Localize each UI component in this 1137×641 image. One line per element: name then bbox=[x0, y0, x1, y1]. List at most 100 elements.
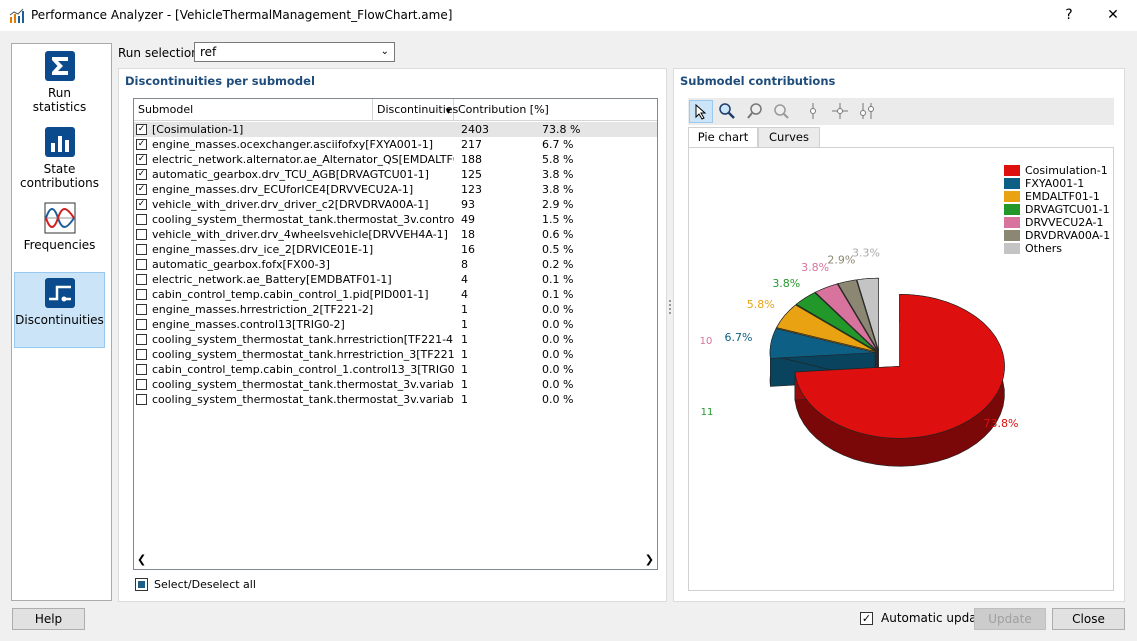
submodel-name: cooling_system_thermostat_tank.thermosta… bbox=[152, 393, 454, 406]
contribution-percent: 0.0 % bbox=[542, 303, 574, 316]
row-checkbox[interactable]: ✓ bbox=[136, 199, 147, 210]
table-row[interactable]: electric_network.ae_Battery[EMDBATF01-1]… bbox=[134, 272, 657, 287]
contribution-percent: 0.0 % bbox=[542, 378, 574, 391]
table-row[interactable]: cabin_control_temp.cabin_control_1.contr… bbox=[134, 362, 657, 377]
tab-pie-chart[interactable]: Pie chart bbox=[688, 127, 758, 148]
row-checkbox[interactable]: ✓ bbox=[136, 154, 147, 165]
automatic-update-label: Automatic update bbox=[881, 611, 989, 625]
row-checkbox[interactable]: ✓ bbox=[136, 124, 147, 135]
row-checkbox[interactable] bbox=[136, 259, 147, 270]
discontinuity-count: 1 bbox=[461, 348, 468, 361]
submodel-name: engine_masses.control13[TRIG0-2] bbox=[152, 318, 345, 331]
tab-curves[interactable]: Curves bbox=[758, 127, 820, 148]
row-checkbox[interactable]: ✓ bbox=[136, 169, 147, 180]
row-checkbox[interactable] bbox=[136, 334, 147, 345]
help-title-button[interactable]: ? bbox=[1051, 3, 1087, 27]
table-row[interactable]: ✓ vehicle_with_driver.drv_driver_c2[DRVDR… bbox=[134, 197, 657, 212]
nav-state-contributions[interactable]: State contributions bbox=[14, 124, 105, 194]
zoom-reset-tool[interactable] bbox=[769, 100, 793, 123]
contributions-panel-title: Submodel contributions bbox=[680, 74, 836, 88]
contribution-percent: 0.0 % bbox=[542, 348, 574, 361]
run-selection-dropdown[interactable]: ref ⌄ bbox=[194, 42, 395, 62]
table-row[interactable]: engine_masses.hrrestriction_2[TF221-2] 1 0… bbox=[134, 302, 657, 317]
discontinuity-count: 1 bbox=[461, 363, 468, 376]
row-checkbox[interactable] bbox=[136, 289, 147, 300]
column-header-submodel[interactable]: Submodel bbox=[134, 99, 373, 120]
run-selection-label: Run selection: bbox=[118, 46, 203, 60]
zoom-tool[interactable] bbox=[715, 100, 739, 123]
legend-swatch bbox=[1004, 165, 1020, 176]
submodel-name: cabin_control_temp.cabin_control_1.pid[P… bbox=[152, 288, 429, 301]
scroll-right-icon[interactable]: ❯ bbox=[645, 553, 654, 566]
nav-discontinuities[interactable]: Discontinuities bbox=[14, 272, 105, 348]
legend-label: DRVDRVA00A-1 bbox=[1025, 229, 1111, 242]
submodel-name: [Cosimulation-1] bbox=[152, 123, 244, 136]
row-checkbox[interactable] bbox=[136, 349, 147, 360]
discontinuities-panel-title: Discontinuities per submodel bbox=[125, 74, 315, 88]
crosshair-tool[interactable] bbox=[828, 100, 852, 123]
legend-label: Cosimulation-1 bbox=[1025, 164, 1108, 177]
discontinuity-count: 2403 bbox=[461, 123, 489, 136]
table-row[interactable]: engine_masses.control13[TRIG0-2] 1 0.0 % bbox=[134, 317, 657, 332]
cursor-tool[interactable] bbox=[801, 100, 825, 123]
column-header-discontinuities[interactable]: Discontinuities ▼ bbox=[373, 99, 458, 120]
submodel-name: cooling_system_thermostat_tank.hrrestric… bbox=[152, 348, 454, 361]
table-row[interactable]: cooling_system_thermostat_tank.thermosta… bbox=[134, 212, 657, 227]
contribution-percent: 0.1 % bbox=[542, 288, 574, 301]
table-row[interactable]: cooling_system_thermostat_tank.thermosta… bbox=[134, 392, 657, 407]
row-checkbox[interactable] bbox=[136, 229, 147, 240]
help-button[interactable]: Help bbox=[12, 608, 85, 630]
row-checkbox[interactable] bbox=[136, 304, 147, 315]
row-checkbox[interactable] bbox=[136, 364, 147, 375]
table-row[interactable]: vehicle_with_driver.drv_4wheelsvehicle[D… bbox=[134, 227, 657, 242]
panel-splitter[interactable] bbox=[669, 300, 671, 314]
discontinuity-count: 1 bbox=[461, 378, 468, 391]
submodel-name: engine_masses.drv_ECUforICE4[DRVVECU2A-1… bbox=[152, 183, 414, 196]
table-row[interactable]: cooling_system_thermostat_tank.hrrestric… bbox=[134, 332, 657, 347]
table-row[interactable]: ✓ automatic_gearbox.drv_TCU_AGB[DRVAGTCU0… bbox=[134, 167, 657, 182]
row-checkbox[interactable] bbox=[136, 319, 147, 330]
automatic-update-box[interactable]: ✓ bbox=[860, 612, 873, 625]
pointer-icon bbox=[695, 103, 707, 120]
zoom-out-tool[interactable] bbox=[743, 100, 767, 123]
update-button[interactable]: Update bbox=[974, 608, 1046, 630]
pie-value-label: 3.8% bbox=[801, 261, 829, 274]
table-row[interactable]: ✓ engine_masses.drv_ECUforICE4[DRVVECU2A-… bbox=[134, 182, 657, 197]
contribution-percent: 3.8 % bbox=[542, 168, 574, 181]
table-row[interactable]: automatic_gearbox.fofx[FX00-3] 8 0.2 % bbox=[134, 257, 657, 272]
legend-swatch bbox=[1004, 191, 1020, 202]
row-checkbox[interactable] bbox=[136, 244, 147, 255]
sort-down-icon: ▼ bbox=[445, 107, 451, 115]
close-window-button[interactable]: ✕ bbox=[1095, 3, 1131, 27]
discontinuity-count: 4 bbox=[461, 288, 468, 301]
table-row[interactable]: cooling_system_thermostat_tank.thermosta… bbox=[134, 377, 657, 392]
nav-frequencies[interactable]: Frequencies bbox=[14, 200, 105, 258]
row-checkbox[interactable] bbox=[136, 214, 147, 225]
submodel-name: automatic_gearbox.drv_TCU_AGB[DRVAGTCU01… bbox=[152, 168, 429, 181]
scroll-left-icon[interactable]: ❮ bbox=[137, 553, 146, 566]
row-checkbox[interactable] bbox=[136, 379, 147, 390]
select-pointer-tool[interactable] bbox=[689, 100, 713, 123]
nav-state-contributions-label: State contributions bbox=[20, 162, 99, 190]
contribution-percent: 0.0 % bbox=[542, 393, 574, 406]
horizontal-scrollbar[interactable]: ❮ ❯ bbox=[134, 552, 657, 569]
row-checkbox[interactable] bbox=[136, 274, 147, 285]
close-button[interactable]: Close bbox=[1052, 608, 1125, 630]
nav-run-statistics[interactable]: Run statistics bbox=[14, 48, 105, 120]
row-checkbox[interactable]: ✓ bbox=[136, 184, 147, 195]
table-row[interactable]: ✓ [Cosimulation-1] 2403 73.8 % bbox=[134, 122, 657, 137]
row-checkbox[interactable] bbox=[136, 394, 147, 405]
select-all-box[interactable] bbox=[135, 578, 148, 591]
stray-label: 10 bbox=[700, 336, 713, 347]
chart-toolbar bbox=[688, 98, 1114, 125]
table-row[interactable]: engine_masses.drv_ice_2[DRVICE01E-1] 16 0.… bbox=[134, 242, 657, 257]
double-cursor-tool[interactable] bbox=[855, 100, 879, 123]
table-row[interactable]: ✓ electric_network.alternator.ae_Alternat… bbox=[134, 152, 657, 167]
table-row[interactable]: cooling_system_thermostat_tank.hrrestric… bbox=[134, 347, 657, 362]
table-row[interactable]: cabin_control_temp.cabin_control_1.pid[P… bbox=[134, 287, 657, 302]
contribution-percent: 0.1 % bbox=[542, 273, 574, 286]
table-row[interactable]: ✓ engine_masses.ocexchanger.asciifofxy[FX… bbox=[134, 137, 657, 152]
legend-label: Others bbox=[1025, 242, 1062, 255]
column-header-contribution[interactable]: Contribution [%] bbox=[454, 99, 657, 120]
row-checkbox[interactable]: ✓ bbox=[136, 139, 147, 150]
